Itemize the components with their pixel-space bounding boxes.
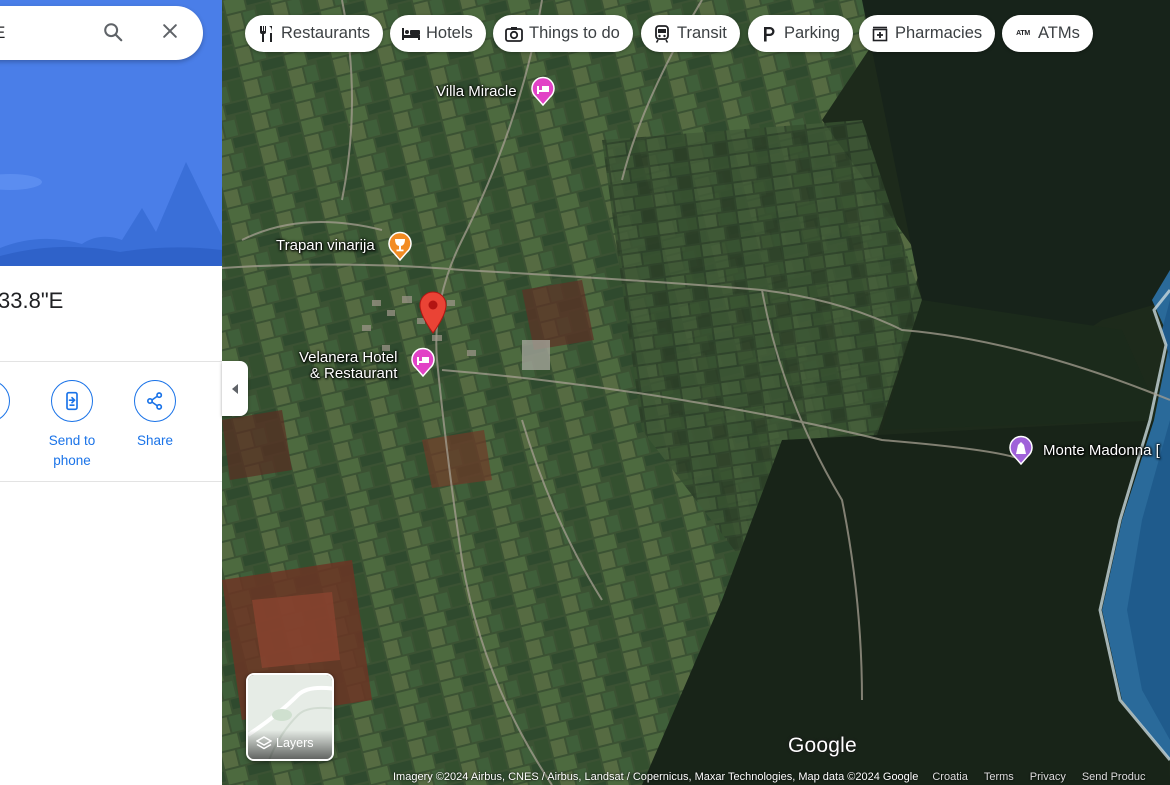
atm-icon: ATM [1016, 30, 1030, 37]
chip-pharmacies-label: Pharmacies [895, 24, 983, 42]
map-footer: Imagery ©2024 Airbus, CNES / Airbus, Lan… [390, 769, 1170, 785]
side-panel: E 33.8"E py Send to phone Share [0, 0, 222, 785]
chip-transit[interactable]: Transit [641, 15, 740, 52]
chip-transit-label: Transit [677, 24, 727, 42]
hotel-pin[interactable] [530, 76, 556, 111]
place-coordinates: 33.8"E [0, 288, 64, 313]
wine-glass-icon [388, 231, 412, 262]
share-icon [147, 392, 163, 410]
footer-link-privacy[interactable]: Privacy [1022, 771, 1074, 783]
hotel-icon [531, 76, 555, 107]
footer-link-send-feedback[interactable]: Send Produc [1074, 771, 1154, 783]
chip-pharmacies[interactable]: Pharmacies [859, 15, 996, 52]
layers-label: Layers [276, 736, 314, 750]
chevron-left-icon [232, 383, 238, 394]
bed-icon [402, 27, 420, 40]
divider [0, 361, 222, 362]
search-box[interactable]: E [0, 6, 203, 60]
place-label-velanera-line1: Velanera Hotel [299, 349, 398, 366]
send-to-phone-button[interactable]: Send to phone [37, 380, 107, 471]
copy-icon-circle [0, 380, 10, 422]
search-input[interactable]: E [0, 23, 5, 43]
layers-icon [256, 736, 272, 750]
place-label-trapan-vinarija[interactable]: Trapan vinarija [276, 238, 375, 254]
hotel-icon [411, 347, 435, 378]
share-icon-circle [134, 380, 176, 422]
train-icon [655, 24, 669, 43]
chip-atms[interactable]: ATM ATMs [1002, 15, 1093, 52]
google-logo: Google [788, 734, 857, 757]
location-pin-icon [419, 291, 447, 334]
footer-link-terms[interactable]: Terms [976, 771, 1022, 783]
copy-button[interactable]: py [0, 380, 24, 451]
search-button[interactable] [102, 21, 126, 45]
copy-label: py [0, 431, 24, 451]
close-search-button[interactable] [160, 21, 184, 45]
share-button[interactable]: Share [120, 380, 190, 451]
chip-hotels-label: Hotels [426, 24, 473, 42]
fork-knife-icon [260, 25, 272, 42]
chip-parking[interactable]: Parking [748, 15, 853, 52]
chip-hotels[interactable]: Hotels [390, 15, 486, 52]
footer-link-croatia[interactable]: Croatia [924, 771, 975, 783]
selected-location-pin[interactable] [418, 290, 448, 339]
parking-icon [764, 26, 775, 41]
place-label-velanera[interactable]: Velanera Hotel & Restaurant [299, 350, 397, 382]
chip-restaurants[interactable]: Restaurants [245, 15, 383, 52]
chip-restaurants-label: Restaurants [281, 24, 370, 42]
winery-pin[interactable] [387, 231, 413, 266]
place-label-villa-miracle[interactable]: Villa Miracle [436, 84, 517, 100]
hotel-pin[interactable] [410, 347, 436, 382]
place-label-monte-madonna[interactable]: Monte Madonna [ [1043, 443, 1160, 459]
divider [0, 481, 222, 482]
chip-atms-label: ATMs [1038, 24, 1080, 42]
layers-label-row: Layers [256, 735, 314, 751]
pharmacy-icon [872, 26, 888, 41]
chip-parking-label: Parking [784, 24, 840, 42]
send-to-phone-icon [66, 391, 78, 411]
share-label: Share [136, 433, 174, 448]
camera-icon [505, 26, 523, 42]
chip-things-to-do[interactable]: Things to do [493, 15, 633, 52]
place-hero-image: E [0, 0, 222, 266]
send-to-phone-label: Send to phone [48, 433, 96, 468]
place-label-velanera-line2: & Restaurant [309, 365, 398, 382]
landmark-icon [1009, 435, 1033, 466]
attraction-pin[interactable] [1008, 435, 1034, 470]
satellite-imagery [222, 0, 1170, 785]
imagery-attribution: Imagery ©2024 Airbus, CNES / Airbus, Lan… [393, 771, 919, 783]
close-icon [163, 24, 177, 38]
layers-button[interactable]: Layers [246, 673, 334, 761]
search-icon [104, 23, 123, 42]
chip-things-to-do-label: Things to do [529, 24, 620, 42]
collapse-panel-button[interactable] [222, 361, 248, 416]
map-canvas[interactable]: Villa Miracle Trapan vinarija Velanera H… [222, 0, 1170, 785]
send-to-phone-icon-circle [51, 380, 93, 422]
